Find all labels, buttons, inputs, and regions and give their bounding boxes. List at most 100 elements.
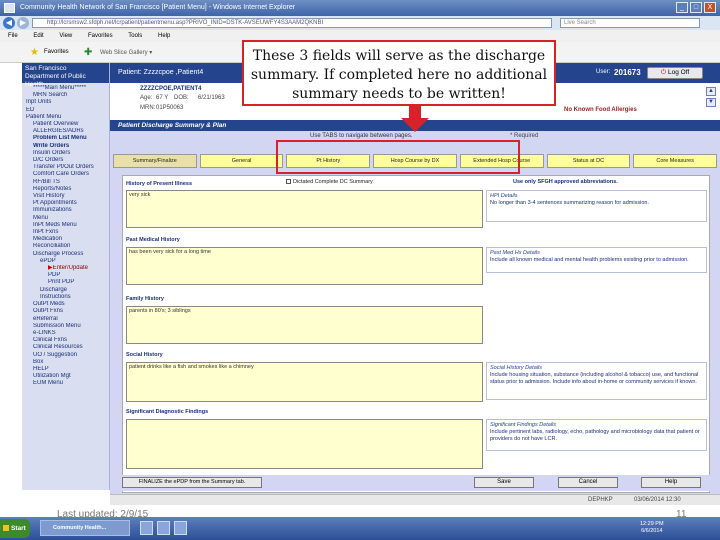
search-input[interactable]: Live Search xyxy=(560,18,700,28)
nav-item[interactable]: OutPt Meds xyxy=(26,301,107,308)
log-off-button[interactable]: ⏻ Log Off xyxy=(647,67,703,79)
nav-item[interactable]: InPt Fxns xyxy=(26,229,107,236)
nav-item[interactable]: Discharge xyxy=(26,287,107,294)
nav-item[interactable]: Submission Menu xyxy=(26,323,107,330)
nav-item[interactable]: Comfort Care Orders xyxy=(26,171,107,178)
nav-item-label: InPt Meds Menu xyxy=(33,221,77,228)
nav-item[interactable]: Instructions xyxy=(26,294,107,301)
nav-item[interactable]: OutPt Fxns xyxy=(26,308,107,315)
taskbar-ie-window[interactable]: Community Health... xyxy=(40,520,130,536)
nav-item[interactable]: MRN Search xyxy=(26,92,107,99)
nav-item[interactable]: Write Orders xyxy=(26,143,107,150)
nav-item[interactable]: Pt Appointments xyxy=(26,200,107,207)
maximize-button[interactable]: □ xyxy=(690,2,702,13)
add-favorite-icon[interactable]: ✚ xyxy=(84,47,92,58)
nav-item[interactable]: Visit History xyxy=(26,193,107,200)
nav-item[interactable]: UO / Suggestion xyxy=(26,352,107,359)
nav-item-label: InPt Fxns xyxy=(33,229,59,236)
nav-item[interactable]: Reconciliation xyxy=(26,243,107,250)
diagnostic-findings-field[interactable] xyxy=(126,419,483,469)
nav-item[interactable]: D/C Orders xyxy=(26,157,107,164)
ie-icon xyxy=(4,3,15,13)
nav-item-label: Discharge Process xyxy=(33,250,84,257)
nav-item[interactable]: Patient Overview xyxy=(26,121,107,128)
finalize-button[interactable]: FINALIZE the ePDP from the Summary tab. xyxy=(122,477,262,488)
nav-item[interactable]: Utilization Mgt xyxy=(26,373,107,380)
web-slice-gallery-link[interactable]: Web Slice Gallery ▾ xyxy=(100,49,152,56)
menu-view[interactable]: View xyxy=(59,33,72,39)
pmh-field[interactable]: has been very sick for a long time xyxy=(126,247,483,285)
social-history-help: Social History Details Include housing s… xyxy=(486,362,707,400)
tab-core-measures[interactable]: Core Measures xyxy=(633,154,718,168)
nav-item[interactable]: Clinical Fxns xyxy=(26,337,107,344)
nav-item[interactable]: HELP xyxy=(26,366,107,373)
nav-item-label: Clinical Resources xyxy=(33,344,83,351)
tray-date: 6/6/2014 xyxy=(641,528,663,534)
menu-edit[interactable]: Edit xyxy=(33,33,43,39)
nav-item[interactable]: *****Main Menu***** xyxy=(26,85,107,92)
hpi-field[interactable]: very sick xyxy=(126,190,483,228)
taskbar: Start Community Health... 12:29 PM 6/6/2… xyxy=(0,517,720,540)
scroll-up-icon[interactable]: ▲ xyxy=(706,87,716,96)
nav-item[interactable]: Immunizations xyxy=(26,207,107,214)
nav-item[interactable]: eReferral xyxy=(26,316,107,323)
nav-item[interactable]: Box xyxy=(26,359,107,366)
nav-item[interactable]: ALLERGIES/ADRs xyxy=(26,128,107,135)
family-history-field[interactable]: parents in 80's; 3 siblings xyxy=(126,306,483,344)
nav-item[interactable]: Menu xyxy=(26,215,107,222)
tab-summary-finalize[interactable]: Summary/Finalize xyxy=(113,154,197,168)
explorer-icon[interactable] xyxy=(140,521,153,535)
nav-item[interactable]: Print PDP xyxy=(26,279,107,286)
social-history-field[interactable]: patient drinks like a fish and smokes li… xyxy=(126,362,483,402)
cancel-button[interactable]: Cancel xyxy=(558,477,618,488)
back-button[interactable]: ◀ xyxy=(3,17,15,29)
start-button[interactable]: Start xyxy=(0,519,30,538)
menu-tools[interactable]: Tools xyxy=(128,33,142,39)
nav-item[interactable]: e-LINKS xyxy=(26,330,107,337)
social-help-title: Social History Details xyxy=(490,365,542,371)
nav-item-label: Discharge xyxy=(40,286,68,293)
star-icon[interactable]: ★ xyxy=(30,47,39,58)
document-icon[interactable] xyxy=(174,521,187,535)
nav-item[interactable]: Discharge Process xyxy=(26,251,107,258)
nav-item[interactable]: Reports/Notes xyxy=(26,186,107,193)
menu-file[interactable]: File xyxy=(8,33,18,39)
nav-item[interactable]: Transfer Pt/Out Orders xyxy=(26,164,107,171)
outlook-icon[interactable] xyxy=(157,521,170,535)
menu-help[interactable]: Help xyxy=(158,33,170,39)
nav-item-label: ED xyxy=(26,106,35,113)
log-off-label: Log Off xyxy=(667,69,690,76)
nav-item-label: Menu xyxy=(33,214,49,221)
nav-item[interactable]: Insulin Orders xyxy=(26,150,107,157)
forward-button[interactable]: ▶ xyxy=(17,17,29,29)
nav-item[interactable]: Inpt Units xyxy=(26,99,107,106)
dictated-checkbox-row[interactable]: Dictated Complete DC Summary xyxy=(286,179,373,185)
pmh-help-text: Include all known medical and mental hea… xyxy=(490,257,689,263)
nav-item[interactable]: ▶Enter/Update xyxy=(26,265,107,272)
nav-item[interactable]: EUM Menu xyxy=(26,380,107,387)
scroll-down-icon[interactable]: ▼ xyxy=(706,98,716,107)
menu-favorites[interactable]: Favorites xyxy=(88,33,113,39)
url-input[interactable]: http://lcrsmsw2.sfdph.net/lcrpatient/pat… xyxy=(32,18,552,28)
nav-item-label: Inpt Units xyxy=(26,99,52,106)
tab-general[interactable]: General xyxy=(199,154,284,168)
nav-item[interactable]: Problem List Menu xyxy=(26,135,107,142)
dictated-checkbox[interactable] xyxy=(286,179,291,185)
save-button[interactable]: Save xyxy=(474,477,534,488)
nav-item[interactable]: PDP xyxy=(26,272,107,279)
nav-item[interactable]: Clinical Resources xyxy=(26,344,107,351)
nav-item[interactable]: Patient Menu xyxy=(26,114,107,121)
nav-item-label: ePDP xyxy=(40,257,56,264)
diagnostic-help-text: Include pertinent labs, radiology, echo,… xyxy=(490,429,700,442)
help-button[interactable]: Help xyxy=(641,477,701,488)
nav-item-label: RF/Bill TS xyxy=(33,178,60,185)
favorites-button[interactable]: Favorites xyxy=(44,49,69,55)
nav-item[interactable]: ED xyxy=(26,107,107,114)
nav-item[interactable]: RF/Bill TS xyxy=(26,179,107,186)
tab-status-at-dc[interactable]: Status at DC xyxy=(546,154,631,168)
nav-item[interactable]: InPt Meds Menu xyxy=(26,222,107,229)
close-button[interactable]: X xyxy=(704,2,716,13)
nav-item[interactable]: ePDP xyxy=(26,258,107,265)
minimize-button[interactable]: _ xyxy=(676,2,688,13)
nav-item[interactable]: Medication xyxy=(26,236,107,243)
